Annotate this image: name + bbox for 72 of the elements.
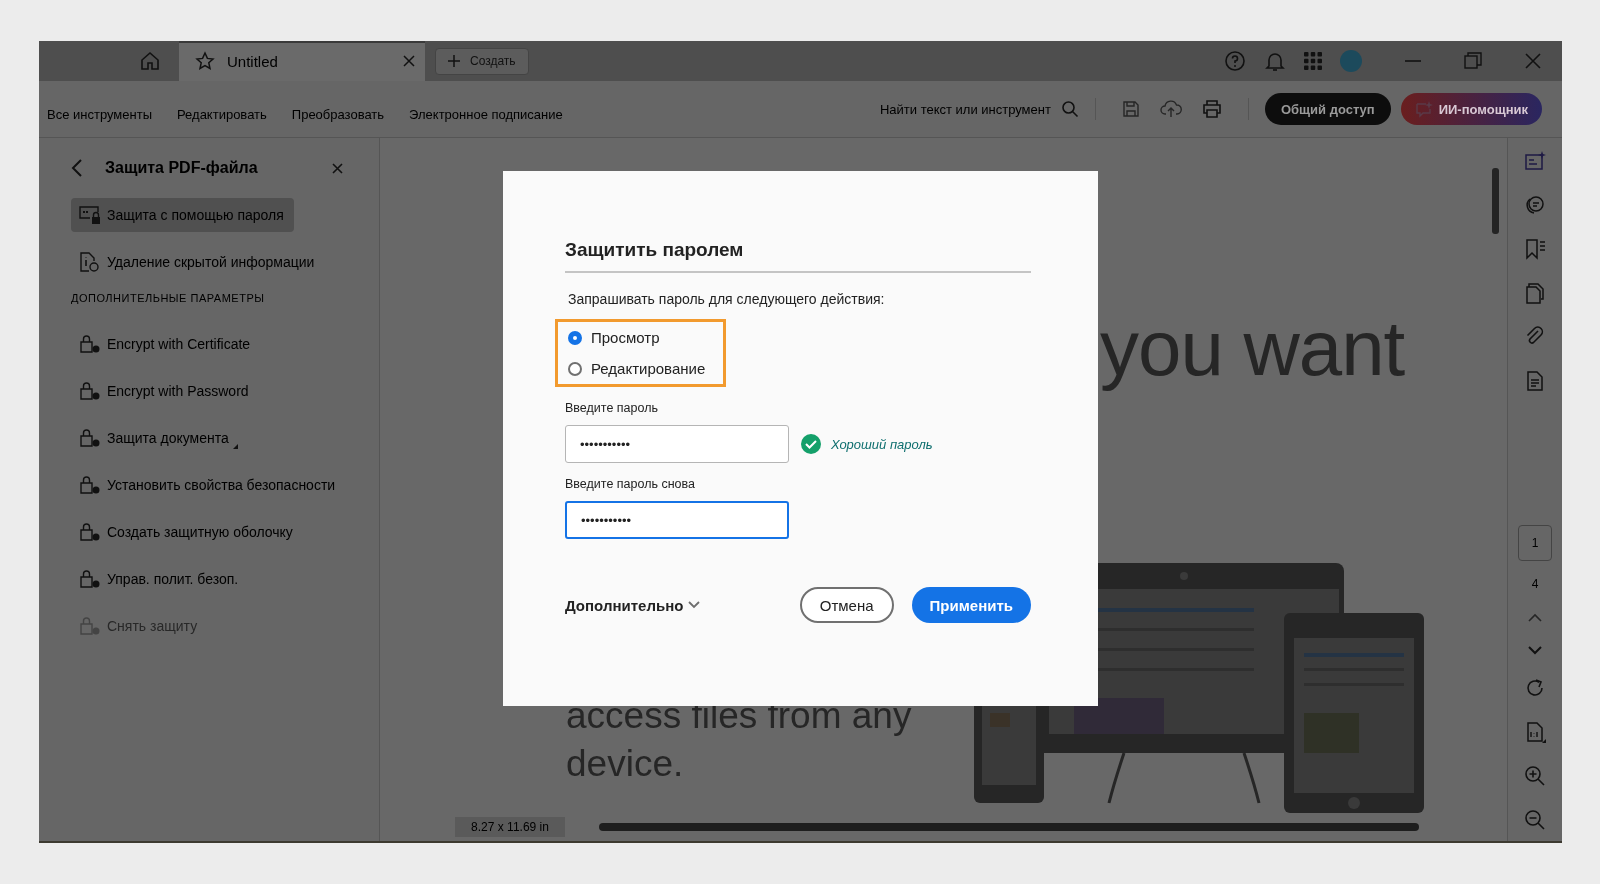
star-icon[interactable] — [195, 51, 215, 71]
tool-item[interactable]: Защита с помощью пароля — [71, 198, 294, 232]
chevron-down-icon — [688, 601, 701, 609]
cloud-upload-icon[interactable] — [1159, 100, 1182, 118]
plus-icon — [448, 55, 460, 67]
menu-item[interactable]: Редактировать — [177, 106, 267, 122]
chat-sparkle-icon — [1414, 100, 1433, 118]
password-field[interactable]: ••••••••••• — [565, 425, 789, 463]
document-icon[interactable] — [1524, 370, 1546, 392]
password-strength: Хороший пароль — [831, 436, 933, 452]
menu-item[interactable]: Электронное подписание — [409, 106, 563, 122]
scrollbar-thumb[interactable] — [599, 823, 1419, 831]
section-heading: ДОПОЛНИТЕЛЬНЫЕ ПАРАМЕТРЫ — [71, 292, 266, 304]
page-count: 4 — [1531, 577, 1539, 591]
print-icon[interactable] — [1201, 100, 1222, 118]
bell-icon[interactable] — [1264, 50, 1286, 72]
apps-grid-icon[interactable] — [1304, 52, 1322, 70]
tool-item[interactable]: Установить свойства безопасности — [71, 468, 346, 502]
bookmark-icon[interactable] — [1524, 238, 1546, 260]
tool-item[interactable]: Encrypt with Password — [71, 374, 259, 408]
chevron-down-icon[interactable] — [1528, 645, 1542, 655]
pages-icon[interactable] — [1524, 282, 1546, 304]
tool-item[interactable]: Удаление скрытой информации — [71, 245, 325, 279]
tool-item[interactable]: Управ. полит. безоп. — [71, 562, 249, 596]
password-field[interactable]: ••••••••••• — [565, 501, 789, 539]
scrollbar-thumb[interactable] — [1492, 168, 1499, 234]
radio-option[interactable]: Просмотр — [568, 326, 706, 349]
check-circle-icon — [801, 434, 821, 454]
home-icon[interactable] — [139, 50, 161, 72]
zoom-out-icon[interactable] — [1524, 809, 1546, 831]
password-field-lock-icon — [79, 205, 101, 225]
page-number-field[interactable]: 1 — [1518, 525, 1552, 561]
ai-assistant-button[interactable]: ИИ-помощник — [1400, 93, 1542, 125]
document-text: device. — [566, 742, 685, 786]
tool-item[interactable]: Encrypt with Certificate — [71, 327, 261, 361]
field-label: Введите пароль снова — [565, 477, 696, 491]
radio-button[interactable] — [568, 330, 582, 345]
dialog-prompt: Запрашивать пароль для следующего действия: — [568, 291, 886, 307]
share-button[interactable]: Общий доступ — [1264, 93, 1391, 125]
cancel-button[interactable]: Отмена — [799, 587, 894, 623]
radio-option[interactable]: Редактирование — [568, 357, 706, 380]
menu-item[interactable]: Все инструменты — [47, 106, 152, 122]
panel-title: Защита PDF-файла — [105, 159, 258, 177]
menu-item[interactable]: Преобразовать — [291, 106, 385, 122]
submenu-corner-icon — [232, 444, 238, 449]
search-icon — [1060, 100, 1079, 118]
tool-item[interactable]: Защита документа — [71, 421, 248, 455]
apply-button[interactable]: Применить — [911, 587, 1031, 623]
page-size-label: 8.27 x 11.69 in — [455, 817, 565, 837]
chevron-up-icon[interactable] — [1528, 613, 1542, 623]
save-icon[interactable] — [1121, 100, 1140, 118]
close-icon[interactable] — [403, 55, 415, 67]
dialog-title: Защитить паролем — [565, 239, 1031, 273]
help-icon[interactable] — [1224, 50, 1246, 72]
radio-button[interactable] — [568, 361, 582, 376]
document-info-icon — [79, 252, 101, 272]
search-field[interactable]: Найти текст или инструмент — [879, 100, 1079, 118]
actual-size-icon[interactable] — [1524, 721, 1546, 743]
create-button[interactable]: Создать — [435, 47, 529, 75]
back-chevron-icon[interactable] — [71, 158, 83, 178]
zoom-in-icon[interactable] — [1524, 765, 1546, 787]
edit-sparkle-icon[interactable] — [1524, 150, 1546, 172]
close-icon[interactable] — [331, 162, 343, 174]
close-icon[interactable] — [1524, 52, 1542, 70]
tool-item[interactable]: Создать защитную оболочку — [71, 515, 303, 549]
more-options-button[interactable]: Дополнительно — [565, 596, 701, 614]
document-tab[interactable]: Untitled — [179, 41, 425, 81]
rotate-icon[interactable] — [1524, 677, 1546, 699]
document-heading: you want — [1100, 308, 1405, 394]
comment-icon[interactable] — [1524, 194, 1546, 216]
field-label: Введите пароль — [565, 401, 659, 415]
restore-icon[interactable] — [1464, 52, 1482, 70]
